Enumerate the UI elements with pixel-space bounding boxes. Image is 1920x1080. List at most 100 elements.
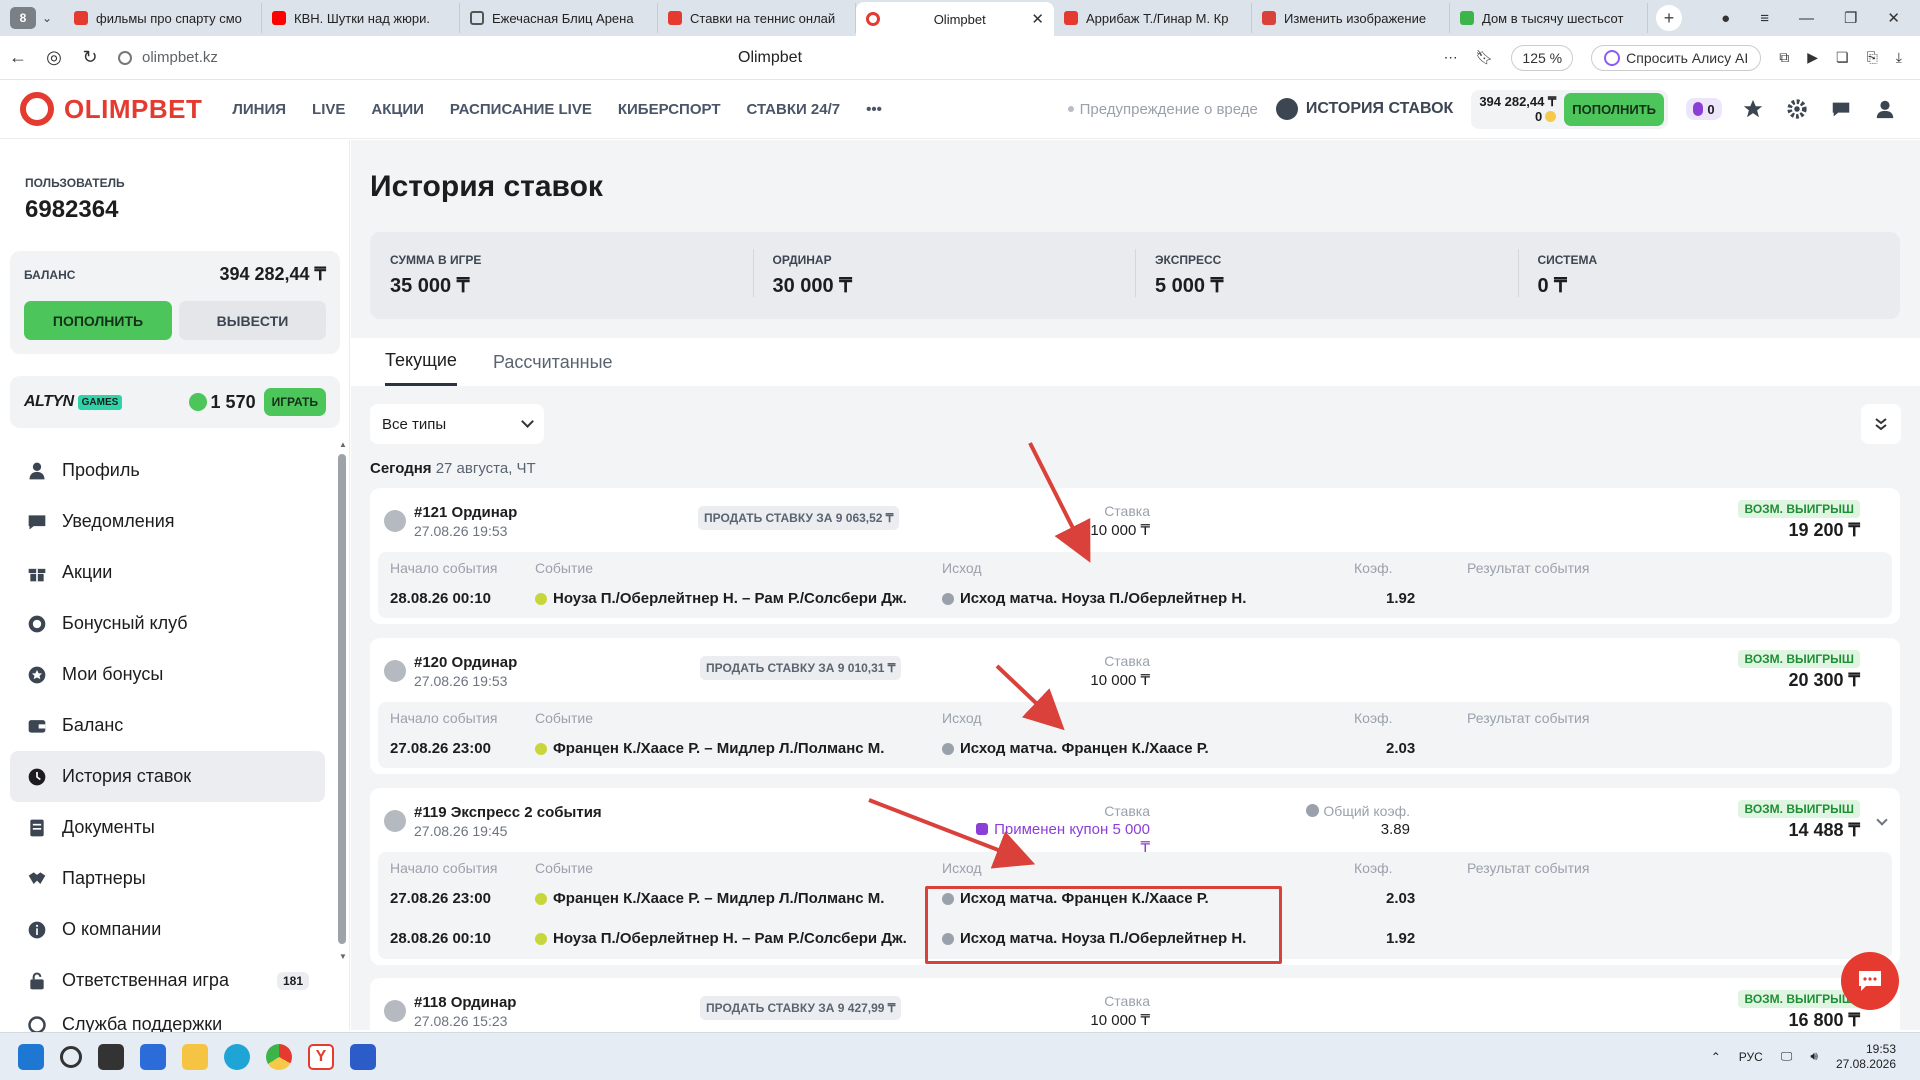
harm-warning-link[interactable]: Предупреждение о вреде — [1067, 101, 1258, 118]
sidebar-scrollbar[interactable]: ▲ ▼ — [338, 440, 347, 1020]
scroll-down-icon[interactable]: ▼ — [339, 952, 347, 961]
sidebar-item-notifications[interactable]: Уведомления — [10, 496, 325, 547]
download-icon[interactable]: ⤓ — [1896, 49, 1902, 66]
close-tab-icon[interactable]: ✕ — [1031, 10, 1044, 28]
promo-counter[interactable]: 0 — [1686, 98, 1722, 120]
sidebar-item-responsible-gaming[interactable]: Ответственная игра 181 — [10, 955, 325, 1006]
browser-tab[interactable]: Ежечасная Блиц Арена — [460, 3, 658, 33]
sidebar-item-promotions[interactable]: Акции — [10, 547, 325, 598]
volume-icon[interactable]: 🔊︎ — [1810, 1049, 1818, 1064]
edge-icon[interactable] — [224, 1043, 250, 1070]
store-icon[interactable] — [140, 1043, 166, 1070]
sidebar-item-balance[interactable]: Баланс — [10, 700, 325, 751]
header-balance-box[interactable]: 394 282,44 ₸ 0 ПОПОЛНИТЬ — [1471, 89, 1668, 129]
nav-promotions[interactable]: АКЦИИ — [371, 101, 424, 118]
extensions-icon[interactable]: ⧉ — [1779, 49, 1789, 66]
word-icon[interactable] — [350, 1043, 376, 1070]
search-icon[interactable] — [60, 1045, 82, 1068]
sidebar-item-documents[interactable]: Документы — [10, 802, 325, 853]
nav-live[interactable]: LIVE — [312, 101, 345, 118]
explorer-folder-icon[interactable] — [182, 1043, 208, 1070]
translate-icon[interactable]: ⎘ — [1867, 49, 1878, 66]
altyn-logo: ALTYN — [24, 393, 74, 410]
settings-gear-icon[interactable] — [1784, 96, 1810, 122]
nav-live-schedule[interactable]: РАСПИСАНИЕ LIVE — [450, 101, 592, 118]
sell-bet-button[interactable]: ПРОДАТЬ СТАВКУ ЗА 9 063,52 ₸ — [698, 506, 900, 530]
menu-icon[interactable]: ≡ — [1760, 10, 1769, 27]
site-header: OLIMPBET ЛИНИЯ LIVE АКЦИИ РАСПИСАНИЕ LIV… — [0, 80, 1920, 139]
ask-alice-button[interactable]: Спросить Алису AI — [1591, 44, 1762, 71]
restore-icon[interactable]: ❐ — [1844, 9, 1857, 27]
browser-tab[interactable]: Ставки на теннис онлай — [658, 3, 856, 33]
olimpbet-logo[interactable]: OLIMPBET — [20, 92, 202, 126]
col-result: Результат события — [1467, 560, 1590, 576]
sell-bet-button[interactable]: ПРОДАТЬ СТАВКУ ЗА 9 010,31 ₸ — [700, 656, 902, 680]
withdraw-button[interactable]: ВЫВЕСТИ — [179, 301, 326, 340]
profile-icon[interactable]: ● — [1721, 10, 1730, 27]
media-icon[interactable]: ▶ — [1807, 49, 1818, 66]
collections-icon[interactable]: ❏ — [1836, 49, 1849, 66]
sidebar-item-about[interactable]: О компании — [10, 904, 325, 955]
windows-start-icon[interactable] — [18, 1043, 44, 1070]
scroll-up-icon[interactable]: ▲ — [339, 440, 347, 449]
browser-tab-active[interactable]: Olimpbet ✕ — [856, 2, 1054, 36]
sidebar-item-profile[interactable]: Профиль — [10, 445, 325, 496]
event-name[interactable]: Ноуза П./Оберлейтнер Н. – Рам Р./Солсбер… — [535, 930, 907, 947]
nav-more-button[interactable]: ••• — [866, 101, 882, 118]
nav-line[interactable]: ЛИНИЯ — [232, 101, 286, 118]
bet-card[interactable]: #121 Ординар 27.08.26 19:53 ПРОДАТЬ СТАВ… — [370, 488, 1900, 624]
chat-icon[interactable] — [1828, 96, 1854, 122]
info-icon[interactable] — [1306, 804, 1320, 817]
more-icon[interactable]: ⋯ — [1444, 49, 1458, 66]
browser-tab[interactable]: Дом в тысячу шестьсот — [1450, 3, 1648, 33]
tab-count-badge[interactable]: 8 — [10, 7, 36, 29]
nav-esports[interactable]: КИБЕРСПОРТ — [618, 101, 721, 118]
task-view-icon[interactable] — [98, 1043, 124, 1070]
minimize-icon[interactable]: — — [1799, 10, 1814, 27]
tab-list-chevron-icon[interactable]: ⌄ — [42, 11, 64, 25]
expand-chevron-icon[interactable] — [1876, 814, 1888, 826]
support-chat-button[interactable] — [1841, 952, 1899, 1010]
new-tab-button[interactable]: + — [1656, 5, 1682, 31]
network-icon[interactable]: 🖵︎ — [1781, 1049, 1793, 1064]
nav-bets-24-7[interactable]: СТАВКИ 24/7 — [746, 101, 840, 118]
tab-current[interactable]: Текущие — [385, 338, 457, 386]
scrollbar-thumb[interactable] — [338, 454, 346, 944]
language-indicator[interactable]: РУС — [1739, 1050, 1763, 1064]
reload-icon[interactable]: ↻ — [72, 47, 108, 68]
bet-card[interactable]: #118 Ординар 27.08.26 15:23 ПРОДАТЬ СТАВ… — [370, 978, 1900, 1030]
browser-tab[interactable]: КВН. Шутки над жюри. — [262, 3, 460, 33]
tab-settled[interactable]: Рассчитанные — [493, 338, 613, 386]
event-name[interactable]: Францен К./Хаасе Р. – Мидлер Л./Полманс … — [535, 740, 884, 757]
yandex-browser-icon[interactable]: Y — [308, 1043, 334, 1070]
account-icon[interactable] — [1872, 96, 1898, 122]
play-button[interactable]: ИГРАТЬ — [263, 388, 326, 416]
sidebar-item-bonus-club[interactable]: Бонусный клуб — [10, 598, 325, 649]
system-clock[interactable]: 19:53 27.08.2026 — [1836, 1042, 1896, 1072]
tray-chevron-icon[interactable]: ⌃ — [1711, 1050, 1721, 1064]
chrome-icon[interactable] — [266, 1043, 292, 1070]
favorites-star-icon[interactable] — [1740, 96, 1766, 122]
url-field[interactable]: olimpbet.kz — [118, 49, 738, 66]
sidebar-item-bet-history[interactable]: История ставок — [10, 751, 325, 802]
browser-tab[interactable]: Аррибаж Т./Гинар М. Кр — [1054, 3, 1252, 33]
bet-type-select[interactable]: Все типы — [370, 404, 544, 444]
sidebar-item-partners[interactable]: Партнеры — [10, 853, 325, 904]
event-name[interactable]: Францен К./Хаасе Р. – Мидлер Л./Полманс … — [535, 890, 884, 907]
event-name[interactable]: Ноуза П./Оберлейтнер Н. – Рам Р./Солсбер… — [535, 590, 907, 607]
header-topup-button[interactable]: ПОПОЛНИТЬ — [1564, 92, 1664, 126]
zoom-indicator[interactable]: 125 % — [1511, 44, 1574, 71]
topup-button[interactable]: ПОПОЛНИТЬ — [24, 301, 172, 340]
bet-card[interactable]: #120 Ординар 27.08.26 19:53 ПРОДАТЬ СТАВ… — [370, 638, 1900, 774]
close-window-icon[interactable]: ✕ — [1887, 9, 1900, 27]
browser-tab[interactable]: Изменить изображение — [1252, 3, 1450, 33]
bookmark-icon[interactable]: 🔖︎ — [1476, 49, 1494, 66]
sell-bet-button[interactable]: ПРОДАТЬ СТАВКУ ЗА 9 427,99 ₸ — [700, 996, 902, 1020]
browser-tab[interactable]: фильмы про спарту смо — [64, 3, 262, 33]
shield-icon[interactable]: ◎ — [36, 47, 72, 68]
site-info-icon[interactable] — [118, 50, 132, 65]
sidebar-item-my-bonuses[interactable]: Мои бонусы — [10, 649, 325, 700]
collapse-all-button[interactable] — [1861, 404, 1901, 444]
back-icon[interactable]: ← — [0, 47, 36, 68]
bet-history-link[interactable]: ИСТОРИЯ СТАВОК — [1275, 98, 1453, 120]
